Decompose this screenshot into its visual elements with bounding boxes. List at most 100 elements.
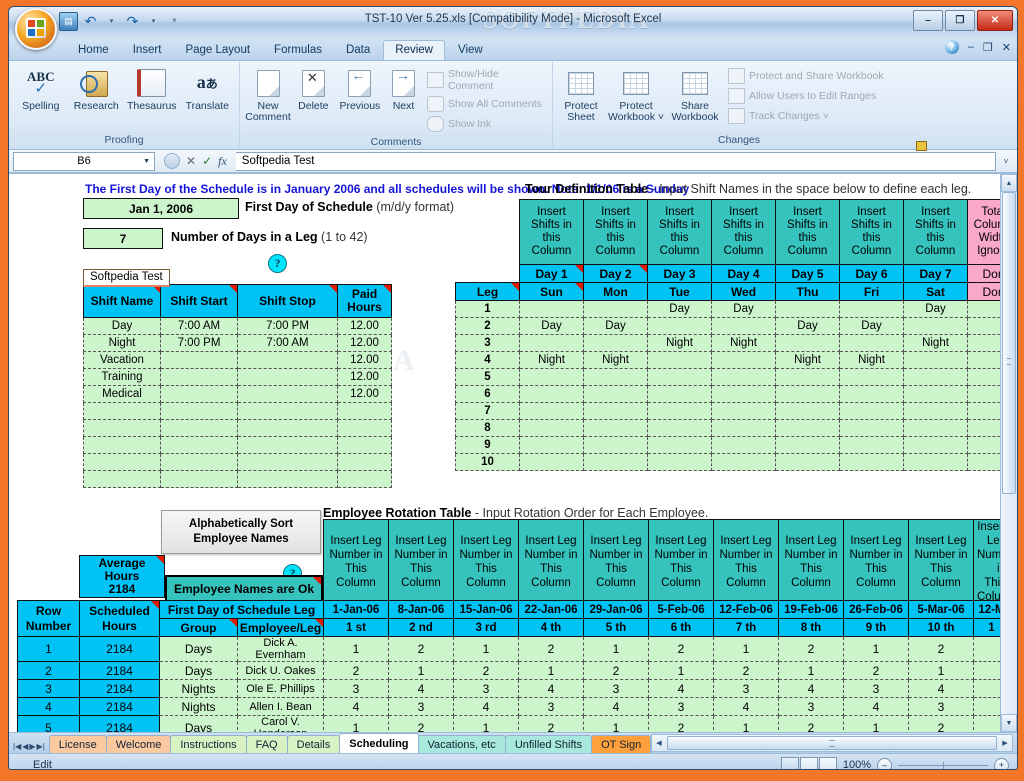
- hscroll-left-icon[interactable]: ◀: [652, 739, 666, 747]
- sheet-tab-vacations-etc[interactable]: Vacations, etc: [418, 735, 506, 753]
- rotation-leg-3[interactable]: 3: [519, 698, 584, 716]
- tour-shift-cell-6[interactable]: [904, 437, 968, 454]
- minimize-button[interactable]: –: [913, 10, 943, 31]
- shift-table-row[interactable]: [84, 437, 392, 454]
- shift-table-row[interactable]: Medical12.00: [84, 386, 392, 403]
- rotation-leg-8[interactable]: 3: [844, 680, 909, 698]
- sheet-tab-details[interactable]: Details: [287, 735, 341, 753]
- shift-cell-1[interactable]: [161, 454, 238, 471]
- tour-table-row[interactable]: 9: [456, 437, 1018, 454]
- prev-sheet-icon[interactable]: ◀: [22, 742, 28, 751]
- sheet-tab-ot-sign[interactable]: OT Sign: [591, 735, 651, 753]
- tour-shift-cell-6[interactable]: Night: [904, 335, 968, 352]
- rotation-leg-2[interactable]: 2: [454, 662, 519, 680]
- tour-shift-cell-0[interactable]: [520, 437, 584, 454]
- restore-window-icon[interactable]: ❐: [983, 41, 993, 54]
- tour-definition-table[interactable]: Insert Shifts in this ColumnInsert Shift…: [455, 199, 1017, 471]
- shift-cell-2[interactable]: [238, 471, 338, 488]
- tour-shift-cell-1[interactable]: [584, 420, 648, 437]
- tour-shift-cell-4[interactable]: [776, 335, 840, 352]
- rotation-leg-6[interactable]: 1: [714, 637, 779, 662]
- thesaurus-button[interactable]: Thesaurus: [126, 64, 178, 112]
- allow-users-edit-ranges-button[interactable]: Allow Users to Edit Ranges: [725, 86, 887, 106]
- rotation-table-row[interactable]: 22184DaysDick U. Oakes2121212121: [18, 662, 1010, 680]
- shift-table-row[interactable]: [84, 403, 392, 420]
- shift-table-row[interactable]: [84, 471, 392, 488]
- rotation-leg-3[interactable]: 1: [519, 662, 584, 680]
- show-hide-comment-button[interactable]: Show/Hide Comment: [424, 66, 546, 94]
- rotation-leg-7[interactable]: 4: [779, 680, 844, 698]
- rotation-leg-9[interactable]: 2: [909, 637, 974, 662]
- spelling-button[interactable]: ABC✓ Spelling: [15, 64, 67, 112]
- rotation-leg-5[interactable]: 2: [649, 637, 714, 662]
- tour-shift-cell-2[interactable]: [648, 454, 712, 471]
- horizontal-scrollbar[interactable]: ◀ ▶: [651, 734, 1013, 752]
- shift-cell-1[interactable]: [161, 352, 238, 369]
- first-sheet-icon[interactable]: |◀: [13, 742, 21, 751]
- tour-table-row[interactable]: 1DayDayDay: [456, 301, 1018, 318]
- rotation-leg-0[interactable]: 2: [324, 662, 389, 680]
- minimize-ribbon-icon[interactable]: –: [968, 41, 974, 53]
- tour-shift-cell-0[interactable]: Day: [520, 318, 584, 335]
- tour-shift-cell-6[interactable]: [904, 454, 968, 471]
- tour-shift-cell-4[interactable]: Night: [776, 352, 840, 369]
- sheet-tab-scheduling[interactable]: Scheduling: [339, 733, 418, 753]
- tour-table-row[interactable]: 8: [456, 420, 1018, 437]
- shift-cell-0[interactable]: Day: [84, 318, 161, 335]
- days-in-leg-input[interactable]: 7: [83, 228, 163, 249]
- sheet-tab-faq[interactable]: FAQ: [246, 735, 288, 753]
- tour-shift-cell-3[interactable]: [712, 437, 776, 454]
- rotation-leg-2[interactable]: 4: [454, 698, 519, 716]
- zoom-out-button[interactable]: –: [877, 758, 892, 771]
- tour-table-row[interactable]: 10: [456, 454, 1018, 471]
- help-icon[interactable]: ?: [945, 40, 959, 54]
- rotation-leg-7[interactable]: 1: [779, 662, 844, 680]
- shift-cell-0[interactable]: [84, 420, 161, 437]
- tour-shift-cell-4[interactable]: [776, 369, 840, 386]
- maximize-button[interactable]: ❐: [945, 10, 975, 31]
- shift-cell-1[interactable]: [161, 386, 238, 403]
- protect-workbook-button[interactable]: Protect Workbook ˅: [607, 64, 665, 123]
- tour-shift-cell-6[interactable]: Day: [904, 301, 968, 318]
- shift-table-row[interactable]: [84, 454, 392, 471]
- rotation-leg-4[interactable]: 1: [584, 637, 649, 662]
- shift-cell-2[interactable]: 7:00 AM: [238, 335, 338, 352]
- tour-shift-cell-4[interactable]: Day: [776, 318, 840, 335]
- delete-comment-button[interactable]: ✕ Delete: [294, 64, 333, 112]
- tour-shift-cell-6[interactable]: [904, 386, 968, 403]
- shift-cell-1[interactable]: [161, 420, 238, 437]
- shift-cell-2[interactable]: [238, 454, 338, 471]
- tour-shift-cell-1[interactable]: [584, 437, 648, 454]
- tour-table-row[interactable]: 2DayDayDayDay: [456, 318, 1018, 335]
- tour-shift-cell-1[interactable]: [584, 454, 648, 471]
- shift-cell-2[interactable]: 7:00 PM: [238, 318, 338, 335]
- tour-shift-cell-4[interactable]: [776, 301, 840, 318]
- sheet-tab-unfilled-shifts[interactable]: Unfilled Shifts: [505, 735, 592, 753]
- shift-cell-3[interactable]: 12.00: [338, 352, 392, 369]
- name-box[interactable]: B6 ▼: [13, 152, 155, 171]
- name-box-dropdown-icon[interactable]: ▼: [143, 158, 150, 165]
- sort-employee-names-button[interactable]: Alphabetically Sort Employee Names: [161, 510, 321, 554]
- tab-formulas[interactable]: Formulas: [263, 41, 333, 60]
- tour-shift-cell-4[interactable]: [776, 437, 840, 454]
- tour-table-row[interactable]: 7: [456, 403, 1018, 420]
- cancel-icon[interactable]: ✕: [186, 154, 196, 168]
- shift-cell-2[interactable]: [238, 420, 338, 437]
- shift-cell-3[interactable]: 12.00: [338, 369, 392, 386]
- tour-shift-cell-2[interactable]: [648, 369, 712, 386]
- shift-cell-0[interactable]: [84, 454, 161, 471]
- tour-shift-cell-0[interactable]: [520, 301, 584, 318]
- protect-sheet-button[interactable]: Protect Sheet: [559, 64, 603, 123]
- rotation-leg-9[interactable]: 3: [909, 698, 974, 716]
- shift-cell-0[interactable]: Vacation: [84, 352, 161, 369]
- rotation-leg-4[interactable]: 2: [584, 662, 649, 680]
- rotation-leg-8[interactable]: 2: [844, 662, 909, 680]
- shift-cell-3[interactable]: [338, 403, 392, 420]
- show-all-comments-button[interactable]: Show All Comments: [424, 94, 546, 114]
- tour-shift-cell-6[interactable]: [904, 403, 968, 420]
- shift-cell-3[interactable]: 12.00: [338, 386, 392, 403]
- tab-data[interactable]: Data: [335, 41, 381, 60]
- rotation-leg-2[interactable]: 1: [454, 637, 519, 662]
- hscroll-right-icon[interactable]: ▶: [998, 739, 1012, 747]
- tour-shift-cell-3[interactable]: [712, 403, 776, 420]
